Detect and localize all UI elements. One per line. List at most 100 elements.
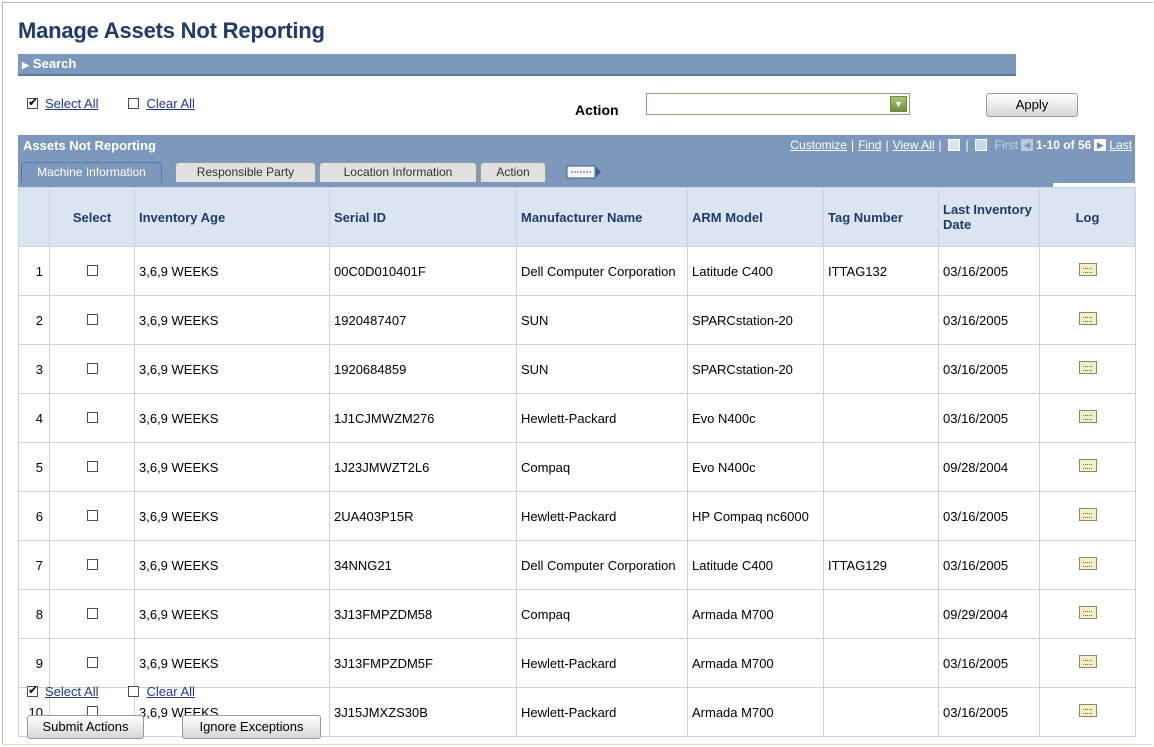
cell-last-inventory-date: 09/29/2004 <box>938 589 1040 639</box>
cell-last-inventory-date: 03/16/2005 <box>938 491 1040 541</box>
row-select-checkbox <box>49 442 135 492</box>
cell-manufacturer-name: Hewlett-Packard <box>516 687 688 737</box>
row-number: 9 <box>18 638 50 688</box>
cell-manufacturer-name: Hewlett-Packard <box>516 638 688 688</box>
log-note-icon[interactable] <box>1078 263 1097 276</box>
apply-button[interactable]: Apply <box>986 93 1078 117</box>
row-number: 7 <box>18 540 50 590</box>
column-header-select: Select <box>49 187 135 247</box>
cell-last-inventory-date: 03/16/2005 <box>938 246 1040 296</box>
log-note-icon[interactable] <box>1078 361 1097 374</box>
bottom-select-controls: Select All Clear All <box>27 683 195 699</box>
row-number: 5 <box>18 442 50 492</box>
zoom-icon[interactable] <box>947 139 960 151</box>
cell-arm-model: Latitude C400 <box>687 246 824 296</box>
triangle-right-icon: ▶ <box>22 60 29 70</box>
cell-manufacturer-name: Hewlett-Packard <box>516 393 688 443</box>
column-header-arm-model[interactable]: ARM Model <box>687 187 824 247</box>
cell-serial-id: 1920487407 <box>329 295 517 345</box>
cell-manufacturer-name: SUN <box>516 295 688 345</box>
select-all-link-top[interactable]: Select All <box>45 96 98 111</box>
clear-all-link-bottom[interactable]: Clear All <box>146 684 194 699</box>
tab-action[interactable]: Action <box>480 162 546 182</box>
next-arrow-icon[interactable]: ▶ <box>1094 139 1107 151</box>
cell-log <box>1039 295 1136 345</box>
select-checkbox[interactable] <box>86 558 98 570</box>
show-all-columns-icon[interactable] <box>566 163 602 181</box>
cell-tag-number <box>823 638 939 688</box>
tab-location-information[interactable]: Location Information <box>319 162 477 182</box>
search-collapsible-header[interactable]: ▶ Search <box>18 54 1016 76</box>
clear-all-link-top[interactable]: Clear All <box>146 96 194 111</box>
select-checkbox[interactable] <box>86 313 98 325</box>
tab-machine-information[interactable]: Machine Information <box>21 162 162 182</box>
chevron-down-icon[interactable]: ▼ <box>890 96 907 112</box>
grid-header: Assets Not Reporting Customize | Find | Vi… <box>18 135 1135 155</box>
table-row: 3 3,6,9 WEEKS 1920684859 SUN SPARCstation-20… <box>18 344 1136 394</box>
select-checkbox[interactable] <box>86 264 98 276</box>
cell-log <box>1039 442 1136 492</box>
select-all-checkbox-bottom[interactable] <box>27 683 38 697</box>
clear-all-checkbox-top[interactable] <box>128 98 140 109</box>
log-note-icon[interactable] <box>1078 606 1097 619</box>
cell-arm-model: Evo N400c <box>687 393 824 443</box>
cell-last-inventory-date: 03/16/2005 <box>938 393 1040 443</box>
select-all-checkbox-top[interactable] <box>27 95 38 109</box>
ignore-exceptions-button[interactable]: Ignore Exceptions <box>182 715 321 739</box>
cell-inventory-age: 3,6,9 WEEKS <box>134 589 330 639</box>
select-checkbox[interactable] <box>86 509 98 521</box>
cell-tag-number <box>823 442 939 492</box>
log-note-icon[interactable] <box>1078 655 1097 668</box>
cell-serial-id: 1920684859 <box>329 344 517 394</box>
select-checkbox[interactable] <box>86 362 98 374</box>
column-header-last-inventory-date[interactable]: Last Inventory Date <box>938 187 1040 247</box>
find-link[interactable]: Find <box>858 138 881 152</box>
download-grid-icon[interactable] <box>974 139 987 151</box>
view-all-link[interactable]: View All <box>893 138 935 152</box>
cell-inventory-age: 3,6,9 WEEKS <box>134 638 330 688</box>
column-header-tag-number[interactable]: Tag Number <box>823 187 939 247</box>
select-checkbox[interactable] <box>86 607 98 619</box>
table-row: 1 3,6,9 WEEKS 00C0D010401F Dell Computer Co… <box>18 246 1136 296</box>
cell-serial-id: 3J13FMPZDM5F <box>329 638 517 688</box>
select-checkbox[interactable] <box>86 656 98 668</box>
column-header-manufacturer-name[interactable]: Manufacturer Name <box>516 187 688 247</box>
tab-responsible-party[interactable]: Responsible Party <box>175 162 316 182</box>
cell-log <box>1039 344 1136 394</box>
cell-arm-model: Latitude C400 <box>687 540 824 590</box>
clear-all-checkbox-bottom[interactable] <box>128 686 140 697</box>
cell-arm-model: SPARCstation-20 <box>687 295 824 345</box>
last-link[interactable]: Last <box>1109 138 1132 152</box>
cell-log <box>1039 393 1136 443</box>
first-link: First <box>994 138 1018 152</box>
assets-grid: Select Inventory Age Serial ID Manufactu… <box>18 187 1136 737</box>
log-note-icon[interactable] <box>1078 459 1097 472</box>
cell-tag-number <box>823 589 939 639</box>
log-note-icon[interactable] <box>1078 704 1097 717</box>
select-checkbox[interactable] <box>86 411 98 423</box>
cell-tag-number <box>823 687 939 737</box>
log-note-icon[interactable] <box>1078 312 1097 325</box>
log-note-icon[interactable] <box>1078 557 1097 570</box>
cell-serial-id: 00C0D010401F <box>329 246 517 296</box>
cell-arm-model: SPARCstation-20 <box>687 344 824 394</box>
cell-arm-model: Armada M700 <box>687 589 824 639</box>
cell-log <box>1039 589 1136 639</box>
cell-last-inventory-date: 03/16/2005 <box>938 638 1040 688</box>
select-checkbox[interactable] <box>86 460 98 472</box>
cell-serial-id: 34NNG21 <box>329 540 517 590</box>
customize-link[interactable]: Customize <box>790 138 847 152</box>
column-header-serial-id[interactable]: Serial ID <box>329 187 517 247</box>
page-title: Manage Assets Not Reporting <box>18 18 325 43</box>
log-note-icon[interactable] <box>1078 410 1097 423</box>
submit-actions-button[interactable]: Submit Actions <box>27 715 144 739</box>
cell-inventory-age: 3,6,9 WEEKS <box>134 295 330 345</box>
log-note-icon[interactable] <box>1078 508 1097 521</box>
select-all-link-bottom[interactable]: Select All <box>45 684 98 699</box>
cell-tag-number <box>823 393 939 443</box>
column-header-inventory-age[interactable]: Inventory Age <box>134 187 330 247</box>
action-dropdown[interactable]: ▼ <box>646 93 910 115</box>
cell-tag-number: ITTAG132 <box>823 246 939 296</box>
cell-arm-model: Evo N400c <box>687 442 824 492</box>
cell-last-inventory-date: 03/16/2005 <box>938 687 1040 737</box>
